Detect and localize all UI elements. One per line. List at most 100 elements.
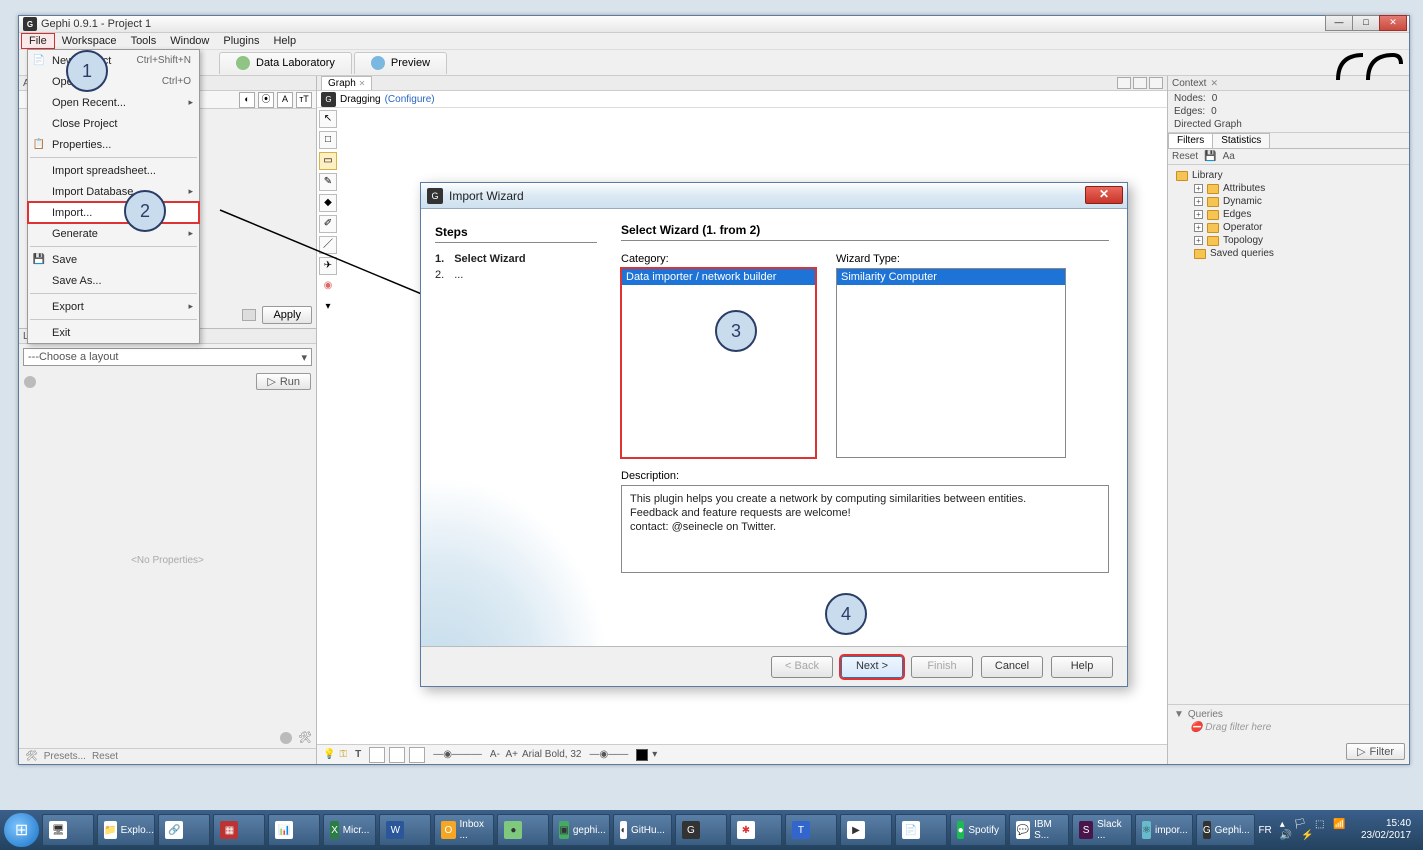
back-button[interactable]: < Back (771, 656, 833, 678)
menu-workspace[interactable]: Workspace (55, 34, 124, 48)
layout-select[interactable]: ---Choose a layout▾ (23, 348, 312, 366)
size-icon[interactable]: ⦿ (258, 92, 274, 108)
opt[interactable] (409, 747, 425, 763)
lang-indicator[interactable]: FR (1258, 825, 1271, 836)
brush-tool[interactable]: ✎ (319, 173, 337, 191)
task-item[interactable]: G (675, 814, 727, 846)
opt[interactable] (369, 747, 385, 763)
expand-icon[interactable]: + (1194, 223, 1203, 232)
task-item[interactable]: 🔗 (158, 814, 210, 846)
save-icon[interactable]: 💾 (1204, 151, 1216, 162)
drag-filter-target[interactable]: ⛔ Drag filter here (1174, 720, 1403, 735)
minimize-button[interactable]: — (1325, 15, 1353, 31)
view-option[interactable] (1149, 77, 1163, 89)
expand-tool[interactable]: ▾ (319, 299, 337, 317)
font-label[interactable]: Arial Bold, 32 (522, 749, 581, 760)
tray-icons[interactable]: ▴ 🏳 ⬚ 📶 🔊 ⚡ (1280, 819, 1353, 841)
lightbulb-icon[interactable]: 💡 (323, 749, 335, 760)
graph-tab[interactable]: Graph ✕ (321, 76, 372, 90)
cancel-button[interactable]: Cancel (981, 656, 1043, 678)
menu-new-project[interactable]: 📄New ProjectCtrl+Shift+N (28, 50, 199, 71)
menu-open[interactable]: Open...Ctrl+O (28, 71, 199, 92)
menu-close-project[interactable]: Close Project (28, 113, 199, 134)
task-item[interactable]: ●Spotify (950, 814, 1006, 846)
task-item[interactable]: ✱ (730, 814, 782, 846)
system-tray[interactable]: FR ▴ 🏳 ⬚ 📶 🔊 ⚡ 15:40 23/02/2017 (1258, 818, 1419, 842)
apply-button[interactable]: Apply (262, 306, 312, 324)
close-icon[interactable]: ✕ (1210, 78, 1218, 89)
task-item[interactable]: 📊 (268, 814, 320, 846)
task-item[interactable]: XMicr... (323, 814, 376, 846)
menu-properties[interactable]: 📋Properties... (28, 134, 199, 155)
task-item[interactable]: 📁Explo... (97, 814, 155, 846)
menu-plugins[interactable]: Plugins (216, 34, 266, 48)
tree-item[interactable]: Topology (1223, 235, 1263, 246)
menu-save-as[interactable]: Save As... (28, 270, 199, 291)
task-item[interactable]: OInbox ... (434, 814, 494, 846)
expand-icon[interactable]: + (1194, 236, 1203, 245)
menu-exit[interactable]: Exit (28, 322, 199, 343)
tree-item[interactable]: Dynamic (1223, 196, 1262, 207)
sizer-tool[interactable]: ◆ (319, 194, 337, 212)
category-listbox[interactable]: Data importer / network builder (621, 268, 816, 458)
label-color-icon[interactable]: A (277, 92, 293, 108)
export-icon[interactable]: Aa (1223, 151, 1235, 162)
rect-select-tool[interactable]: □ (319, 131, 337, 149)
menu-tools[interactable]: Tools (124, 34, 164, 48)
task-item[interactable]: ◐GitHu... (613, 814, 672, 846)
wizard-type-item-selected[interactable]: Similarity Computer (837, 269, 1065, 285)
menu-import-spreadsheet[interactable]: Import spreadsheet... (28, 160, 199, 181)
help-button[interactable]: Help (1051, 656, 1113, 678)
close-icon[interactable]: ✕ (359, 79, 366, 88)
tree-item[interactable]: Operator (1223, 222, 1262, 233)
menu-file[interactable]: File (21, 33, 55, 49)
menu-import[interactable]: Import... (28, 202, 199, 223)
menu-window[interactable]: Window (163, 34, 216, 48)
tab-filters[interactable]: Filters (1168, 133, 1213, 148)
tab-statistics[interactable]: Statistics (1212, 133, 1270, 148)
wrench-icon[interactable]: 🛠 (25, 751, 38, 762)
menu-open-recent[interactable]: Open Recent... (28, 92, 199, 113)
clock[interactable]: 15:40 23/02/2017 (1361, 818, 1411, 842)
filters-tree[interactable]: Library + Attributes + Dynamic + Edges + Ope… (1168, 165, 1409, 264)
menu-help[interactable]: Help (266, 34, 303, 48)
task-item[interactable]: 🖥 (42, 814, 94, 846)
task-item[interactable]: ● (497, 814, 549, 846)
run-button[interactable]: ▷Run (256, 373, 311, 390)
view-option[interactable] (1133, 77, 1147, 89)
task-item[interactable]: ⚛impor... (1135, 814, 1193, 846)
tree-item[interactable]: Attributes (1223, 183, 1265, 194)
task-item[interactable]: W (379, 814, 431, 846)
view-option[interactable] (1117, 77, 1131, 89)
tree-item[interactable]: Saved queries (1210, 248, 1274, 259)
task-item[interactable]: ▶ (840, 814, 892, 846)
label-size-icon[interactable]: тT (296, 92, 312, 108)
palette-icon[interactable]: ◐ (239, 92, 255, 108)
task-item[interactable]: 📄 (895, 814, 947, 846)
color-tool[interactable]: ✐ (319, 215, 337, 233)
expand-icon[interactable]: + (1194, 197, 1203, 206)
pointer-tool[interactable]: ↖ (319, 110, 337, 128)
start-button[interactable]: ⊞ (4, 813, 39, 847)
windows-taskbar[interactable]: ⊞ 🖥 📁Explo... 🔗 ▦ 📊 XMicr... W OInbox ..… (0, 810, 1423, 850)
reset-link[interactable]: Reset (1172, 151, 1198, 162)
tree-item[interactable]: Edges (1223, 209, 1251, 220)
maximize-button[interactable]: □ (1352, 15, 1380, 31)
key-icon[interactable]: ⚿ (339, 749, 347, 760)
menu-generate[interactable]: Generate (28, 223, 199, 244)
wizard-type-listbox[interactable]: Similarity Computer (836, 268, 1066, 458)
edge-tool[interactable]: ／ (319, 236, 337, 254)
path-tool[interactable]: ✈ (319, 257, 337, 275)
task-item[interactable]: 💬IBM S... (1009, 814, 1069, 846)
opt[interactable] (389, 747, 405, 763)
tab-data-laboratory[interactable]: Data Laboratory (219, 52, 352, 74)
library-node[interactable]: Library (1192, 170, 1223, 181)
menu-save[interactable]: 💾Save (28, 249, 199, 270)
filter-button[interactable]: ▷Filter (1346, 743, 1405, 760)
wrench-icon[interactable]: 🛠 (298, 731, 312, 744)
expand-icon[interactable]: + (1194, 210, 1203, 219)
task-item[interactable]: ▦ (213, 814, 265, 846)
wizard-close-button[interactable]: ✕ (1085, 186, 1123, 204)
tab-preview[interactable]: Preview (354, 52, 447, 74)
task-item[interactable]: SSlack ... (1072, 814, 1132, 846)
